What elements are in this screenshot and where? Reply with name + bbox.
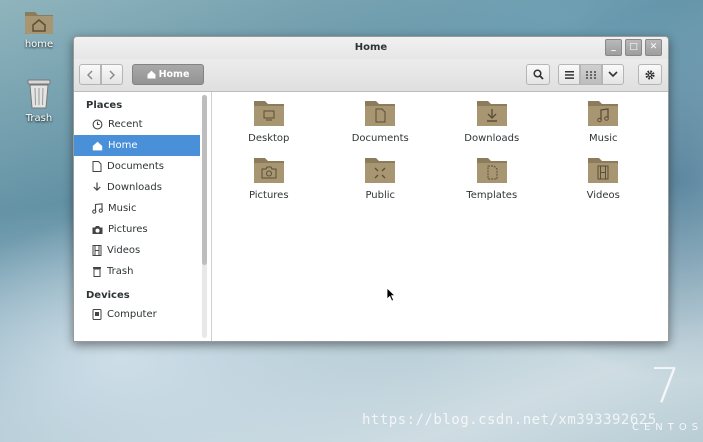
window-title: Home bbox=[354, 42, 388, 53]
sidebar-item-documents[interactable]: Documents bbox=[74, 156, 200, 177]
file-item-public[interactable]: Public bbox=[325, 155, 437, 201]
minimize-button[interactable]: _ bbox=[605, 39, 622, 56]
music-icon bbox=[92, 203, 103, 214]
clock-icon bbox=[92, 119, 103, 130]
scrollbar-thumb[interactable] bbox=[202, 95, 207, 265]
maximize-button[interactable]: □ bbox=[625, 39, 642, 56]
blog-watermark: https://blog.csdn.net/xm393392625 bbox=[362, 412, 657, 428]
pictures-folder-icon bbox=[253, 158, 284, 183]
sidebar: Places Recent Home Documents Downloads M… bbox=[74, 92, 212, 341]
file-manager-window: Home _ □ ✕ Home Places Recent Home Docum… bbox=[73, 36, 669, 342]
back-button[interactable] bbox=[79, 64, 101, 85]
centos-wordmark: CENTOS bbox=[632, 422, 703, 433]
mouse-pointer-icon bbox=[386, 287, 396, 302]
path-bar-label: Home bbox=[158, 69, 190, 80]
sidebar-item-label: Trash bbox=[107, 266, 134, 277]
sidebar-item-home[interactable]: Home bbox=[74, 135, 200, 156]
gear-icon bbox=[645, 69, 655, 80]
file-item-templates[interactable]: Templates bbox=[436, 155, 548, 201]
camera-icon bbox=[92, 225, 103, 234]
sidebar-item-music[interactable]: Music bbox=[74, 198, 200, 219]
file-item-downloads[interactable]: Downloads bbox=[436, 98, 548, 144]
file-view[interactable]: Desktop Documents Downloads Music Pictur… bbox=[213, 92, 668, 341]
file-name: Documents bbox=[351, 133, 409, 144]
file-name: Downloads bbox=[464, 133, 520, 144]
chevron-right-icon bbox=[109, 70, 115, 79]
document-icon bbox=[92, 161, 102, 172]
file-item-music[interactable]: Music bbox=[548, 98, 660, 144]
file-name: Templates bbox=[466, 190, 518, 201]
list-icon bbox=[564, 70, 574, 79]
sidebar-item-recent[interactable]: Recent bbox=[74, 114, 200, 135]
sidebar-item-label: Pictures bbox=[108, 224, 148, 235]
path-bar-home-button[interactable]: Home bbox=[132, 64, 204, 85]
sidebar-item-label: Home bbox=[108, 140, 138, 151]
desktop-trash-icon[interactable]: Trash bbox=[14, 78, 64, 124]
sidebar-item-label: Downloads bbox=[107, 182, 162, 193]
sidebar-item-computer[interactable]: Computer bbox=[74, 304, 200, 325]
file-name: Desktop bbox=[248, 133, 290, 144]
settings-button[interactable] bbox=[638, 64, 662, 85]
grid-view-button[interactable] bbox=[580, 64, 602, 85]
file-item-documents[interactable]: Documents bbox=[325, 98, 437, 144]
search-icon bbox=[532, 69, 544, 80]
close-button[interactable]: ✕ bbox=[645, 39, 662, 56]
desktop-home-label: home bbox=[24, 39, 54, 50]
sidebar-scrollbar[interactable] bbox=[202, 95, 207, 338]
sidebar-item-trash[interactable]: Trash bbox=[74, 261, 200, 282]
grid-icon bbox=[586, 70, 596, 79]
sidebar-item-pictures[interactable]: Pictures bbox=[74, 219, 200, 240]
file-item-pictures[interactable]: Pictures bbox=[213, 155, 325, 201]
music-folder-icon bbox=[588, 101, 619, 126]
search-button[interactable] bbox=[526, 64, 550, 85]
view-options-dropdown[interactable] bbox=[602, 64, 624, 85]
sidebar-item-label: Documents bbox=[107, 161, 165, 172]
videos-folder-icon bbox=[588, 158, 619, 183]
trash-can-icon bbox=[27, 79, 51, 109]
file-item-desktop[interactable]: Desktop bbox=[213, 98, 325, 144]
titlebar[interactable]: Home _ □ ✕ bbox=[74, 37, 668, 59]
file-grid: Desktop Documents Downloads Music Pictur… bbox=[213, 98, 668, 201]
documents-folder-icon bbox=[365, 101, 396, 126]
desktop-trash-label: Trash bbox=[25, 113, 53, 124]
places-heading: Places bbox=[86, 100, 123, 111]
home-icon bbox=[147, 70, 156, 79]
chevron-down-icon bbox=[608, 71, 618, 78]
devices-heading: Devices bbox=[86, 290, 130, 301]
drive-icon bbox=[92, 309, 102, 320]
sidebar-item-label: Recent bbox=[108, 119, 143, 130]
home-folder-icon bbox=[25, 12, 53, 34]
forward-button[interactable] bbox=[101, 64, 123, 85]
file-name: Public bbox=[365, 190, 396, 201]
desktop-home-icon[interactable]: home bbox=[14, 6, 64, 50]
sidebar-item-label: Music bbox=[108, 203, 137, 214]
toolbar: Home bbox=[74, 59, 668, 92]
file-item-videos[interactable]: Videos bbox=[548, 155, 660, 201]
sidebar-item-videos[interactable]: Videos bbox=[74, 240, 200, 261]
desktop-folder-icon bbox=[253, 101, 284, 126]
templates-folder-icon bbox=[476, 158, 507, 183]
centos-version-logo: 7 bbox=[650, 358, 681, 414]
sidebar-item-downloads[interactable]: Downloads bbox=[74, 177, 200, 198]
film-icon bbox=[92, 245, 102, 256]
sidebar-item-label: Computer bbox=[107, 309, 157, 320]
public-folder-icon bbox=[365, 158, 396, 183]
download-icon bbox=[93, 182, 101, 192]
downloads-folder-icon bbox=[476, 101, 507, 126]
home-icon bbox=[92, 141, 103, 150]
file-name: Pictures bbox=[248, 190, 289, 201]
file-name: Music bbox=[589, 133, 618, 144]
sidebar-item-label: Videos bbox=[107, 245, 141, 256]
trash-icon bbox=[93, 267, 101, 277]
file-name: Videos bbox=[586, 190, 620, 201]
chevron-left-icon bbox=[87, 70, 93, 79]
list-view-button[interactable] bbox=[558, 64, 580, 85]
